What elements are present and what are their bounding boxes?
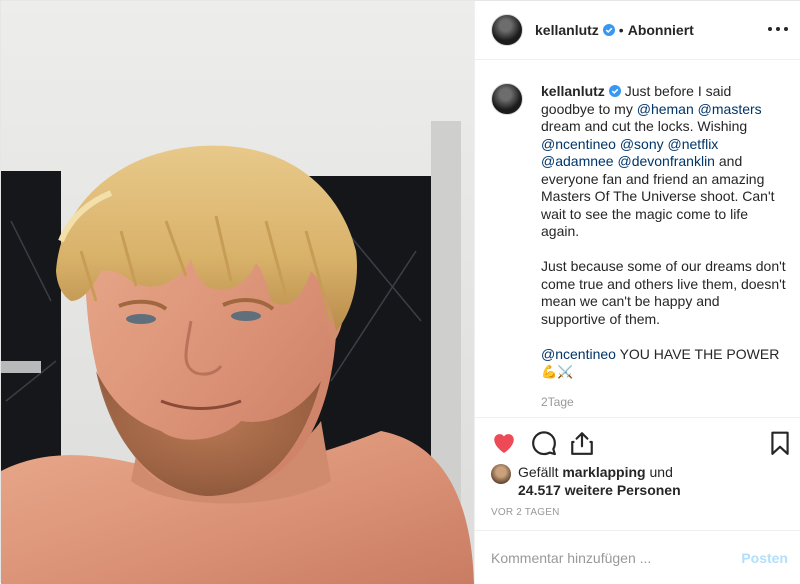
caption-emojis: 💪⚔️ <box>541 365 574 380</box>
likes-summary: Gefällt marklapping und 24.517 weitere P… <box>491 463 791 499</box>
mention-masters[interactable]: @masters <box>698 101 762 117</box>
bookmark-icon[interactable] <box>767 430 793 456</box>
verified-badge-icon <box>602 24 615 36</box>
caption-text: kellanlutz Just before I said goodbye to… <box>541 83 786 411</box>
mention-ncentineo-2[interactable]: @ncentineo <box>541 346 616 362</box>
comment-icon[interactable] <box>531 430 557 456</box>
mention-netflix[interactable]: @netflix <box>668 136 719 152</box>
caption-row: kellanlutz Just before I said goodbye to… <box>491 83 786 411</box>
caption-age[interactable]: 2Tage <box>541 394 786 412</box>
verified-badge-icon <box>608 85 621 97</box>
likes-line-1: Gefällt marklapping und <box>491 463 791 481</box>
caption-author-username[interactable]: kellanlutz <box>541 83 605 99</box>
mention-ncentineo[interactable]: @ncentineo <box>541 136 616 152</box>
following-button[interactable]: Abonniert <box>628 22 694 38</box>
share-icon[interactable] <box>569 430 595 456</box>
post-photo[interactable] <box>1 1 474 584</box>
comments-section[interactable]: kellanlutz Just before I said goodbye to… <box>475 61 800 417</box>
post-details-panel: kellanlutz • Abonniert kellanlutz Just b… <box>474 1 800 584</box>
caption-paragraph-2: Just because some of our dreams don't co… <box>541 258 786 327</box>
more-options-icon[interactable] <box>768 21 788 37</box>
caption-power: YOU HAVE THE POWER <box>615 345 780 362</box>
mention-devonfranklin[interactable]: @devonfranklin <box>617 153 715 169</box>
add-comment-bar: Posten <box>475 530 800 584</box>
post-comment-button[interactable]: Posten <box>741 550 788 566</box>
caption-line-2: dream and cut the locks. Wishing <box>541 118 748 134</box>
post-header: kellanlutz • Abonniert <box>475 1 800 60</box>
heart-icon[interactable] <box>491 430 517 456</box>
caption-author-avatar[interactable] <box>491 83 523 115</box>
liker-username[interactable]: marklapping <box>562 464 645 480</box>
post-timestamp[interactable]: VOR 2 TAGEN <box>491 507 560 518</box>
likes-count[interactable]: 24.517 weitere Personen <box>491 481 791 499</box>
likes-prefix: Gefällt <box>518 464 559 480</box>
instagram-post: kellanlutz • Abonniert kellanlutz Just b… <box>0 0 800 584</box>
selfie-photo <box>1 1 474 584</box>
comment-input[interactable] <box>491 549 742 566</box>
mention-adamnee[interactable]: @adamnee <box>541 153 614 169</box>
action-bar <box>475 417 800 469</box>
liker-avatar[interactable] <box>491 464 511 484</box>
caption-paragraph-3: @ncentineo YOU HAVE THE POWER 💪⚔️ <box>541 346 786 382</box>
author-avatar[interactable] <box>491 14 523 46</box>
separator-dot: • <box>618 22 624 38</box>
mention-sony[interactable]: @sony <box>620 136 664 152</box>
likes-suffix: und <box>649 464 673 480</box>
mention-heman[interactable]: @heman <box>637 101 694 117</box>
author-username[interactable]: kellanlutz <box>535 22 599 38</box>
